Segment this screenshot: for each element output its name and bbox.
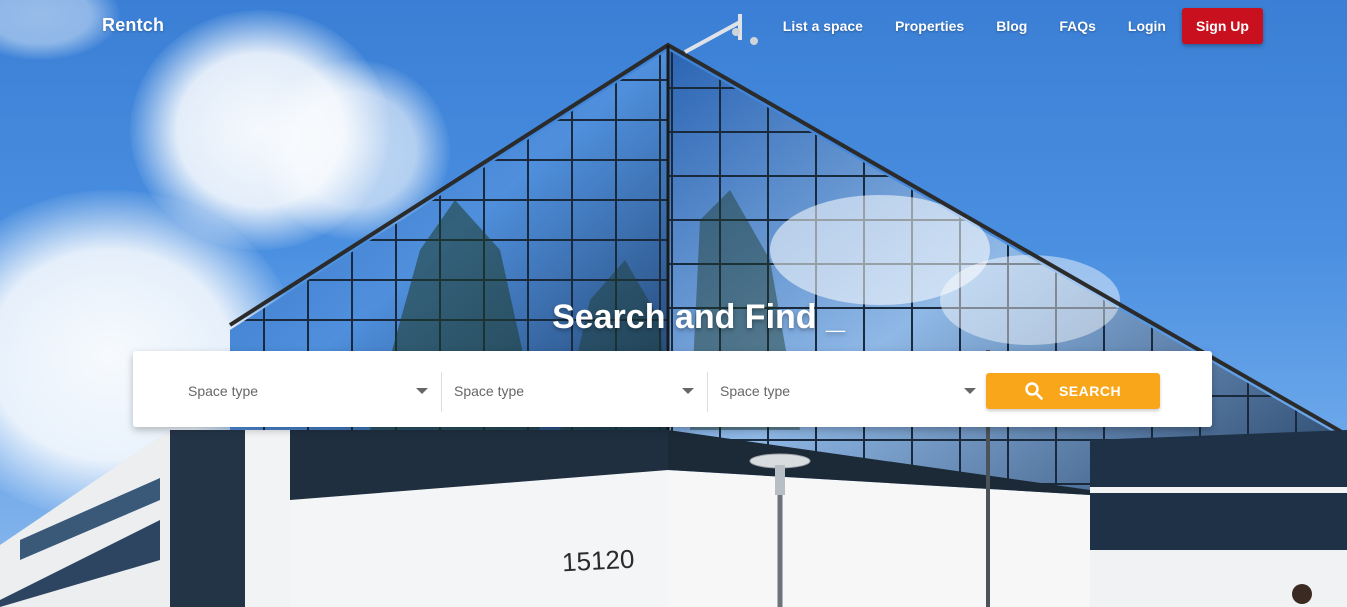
- nav-link-login[interactable]: Login: [1128, 8, 1166, 44]
- caret-down-icon: [682, 388, 694, 394]
- select-placeholder: Space type: [454, 383, 525, 399]
- select-placeholder: Space type: [720, 383, 791, 399]
- search-button-label: SEARCH: [1058, 383, 1122, 399]
- nav-link-list-a-space[interactable]: List a space: [783, 8, 863, 44]
- sign-up-button[interactable]: Sign Up: [1182, 8, 1263, 44]
- space-type-select-2[interactable]: Space type: [454, 372, 694, 412]
- nav-links: List a space Properties Blog FAQs Login …: [751, 8, 1263, 44]
- hero-headline: Search and Find _: [552, 298, 845, 336]
- nav-link-properties[interactable]: Properties: [895, 8, 964, 44]
- building-number: 15120: [561, 544, 635, 578]
- field-divider: [707, 372, 708, 412]
- space-type-select-1[interactable]: Space type: [188, 372, 428, 412]
- select-placeholder: Space type: [188, 383, 259, 399]
- nav-link-faqs[interactable]: FAQs: [1059, 8, 1096, 44]
- search-card: Space type Space type Space type SEARCH: [133, 351, 1212, 427]
- top-navbar: Rentch List a space Properties Blog FAQs…: [0, 0, 1347, 52]
- search-icon: [1025, 382, 1043, 400]
- field-divider: [441, 372, 442, 412]
- caret-down-icon: [416, 388, 428, 394]
- space-type-select-3[interactable]: Space type: [720, 372, 976, 412]
- caret-down-icon: [964, 388, 976, 394]
- search-button[interactable]: SEARCH: [986, 373, 1160, 409]
- brand-logo[interactable]: Rentch: [102, 15, 164, 36]
- nav-link-blog[interactable]: Blog: [996, 8, 1027, 44]
